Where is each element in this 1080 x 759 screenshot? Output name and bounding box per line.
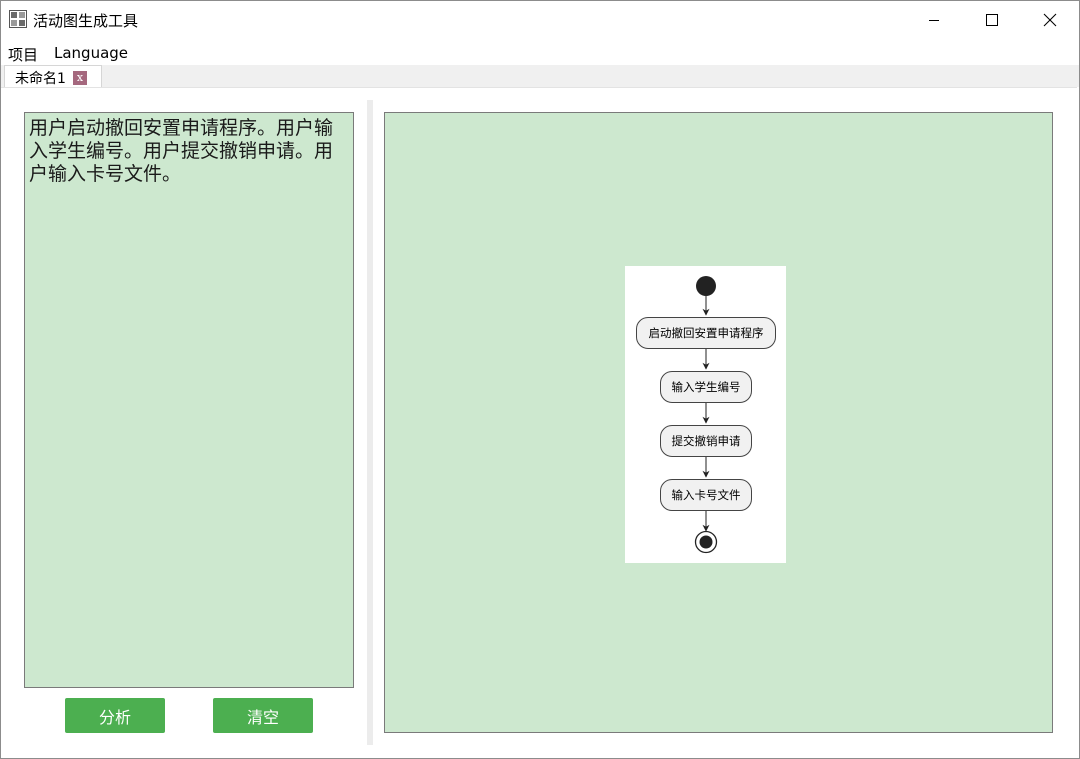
menu-bar: 项目 Language: [1, 41, 1079, 65]
close-icon: [1043, 13, 1057, 27]
tab-content: 用户启动撤回安置申请程序。用户输入学生编号。用户提交撤销申请。用户输入卡号文件。…: [1, 87, 1077, 758]
menu-item-project[interactable]: 项目: [8, 44, 38, 65]
app-window: 活动图生成工具 项目 Language 未命名1 x 用户启动撤回安置申请程序。…: [0, 0, 1080, 759]
tab-close-icon[interactable]: x: [73, 71, 87, 85]
splitter[interactable]: [367, 100, 373, 745]
diagram-connectors: [694, 276, 718, 554]
menu-item-language[interactable]: Language: [54, 44, 128, 62]
app-icon: [9, 10, 27, 28]
maximize-button[interactable]: [963, 1, 1021, 39]
action-node: 输入卡号文件: [660, 479, 752, 511]
action-node: 提交撤销申请: [660, 425, 752, 457]
end-node: [694, 530, 718, 554]
tab-untitled-1[interactable]: 未命名1 x: [4, 65, 102, 89]
close-button[interactable]: [1021, 1, 1079, 39]
requirements-text-area[interactable]: 用户启动撤回安置申请程序。用户输入学生编号。用户提交撤销申请。用户输入卡号文件。: [24, 112, 354, 688]
tab-strip: 未命名1 x: [1, 65, 1079, 89]
action-node: 启动撤回安置申请程序: [636, 317, 776, 349]
window-title: 活动图生成工具: [33, 12, 139, 30]
maximize-icon: [986, 14, 998, 26]
tab-label: 未命名1: [15, 71, 66, 87]
action-node: 输入学生编号: [660, 371, 752, 403]
start-node: [696, 276, 716, 296]
minimize-button[interactable]: [905, 1, 963, 39]
analyze-button[interactable]: 分析: [65, 698, 165, 733]
activity-diagram: 启动撤回安置申请程序 输入学生编号 提交撤销申请 输入卡号文件: [625, 266, 786, 563]
diagram-panel: 启动撤回安置申请程序 输入学生编号 提交撤销申请 输入卡号文件: [384, 112, 1053, 733]
minimize-icon: [929, 20, 939, 21]
clear-button[interactable]: 清空: [213, 698, 313, 733]
title-bar[interactable]: 活动图生成工具: [1, 1, 1079, 39]
